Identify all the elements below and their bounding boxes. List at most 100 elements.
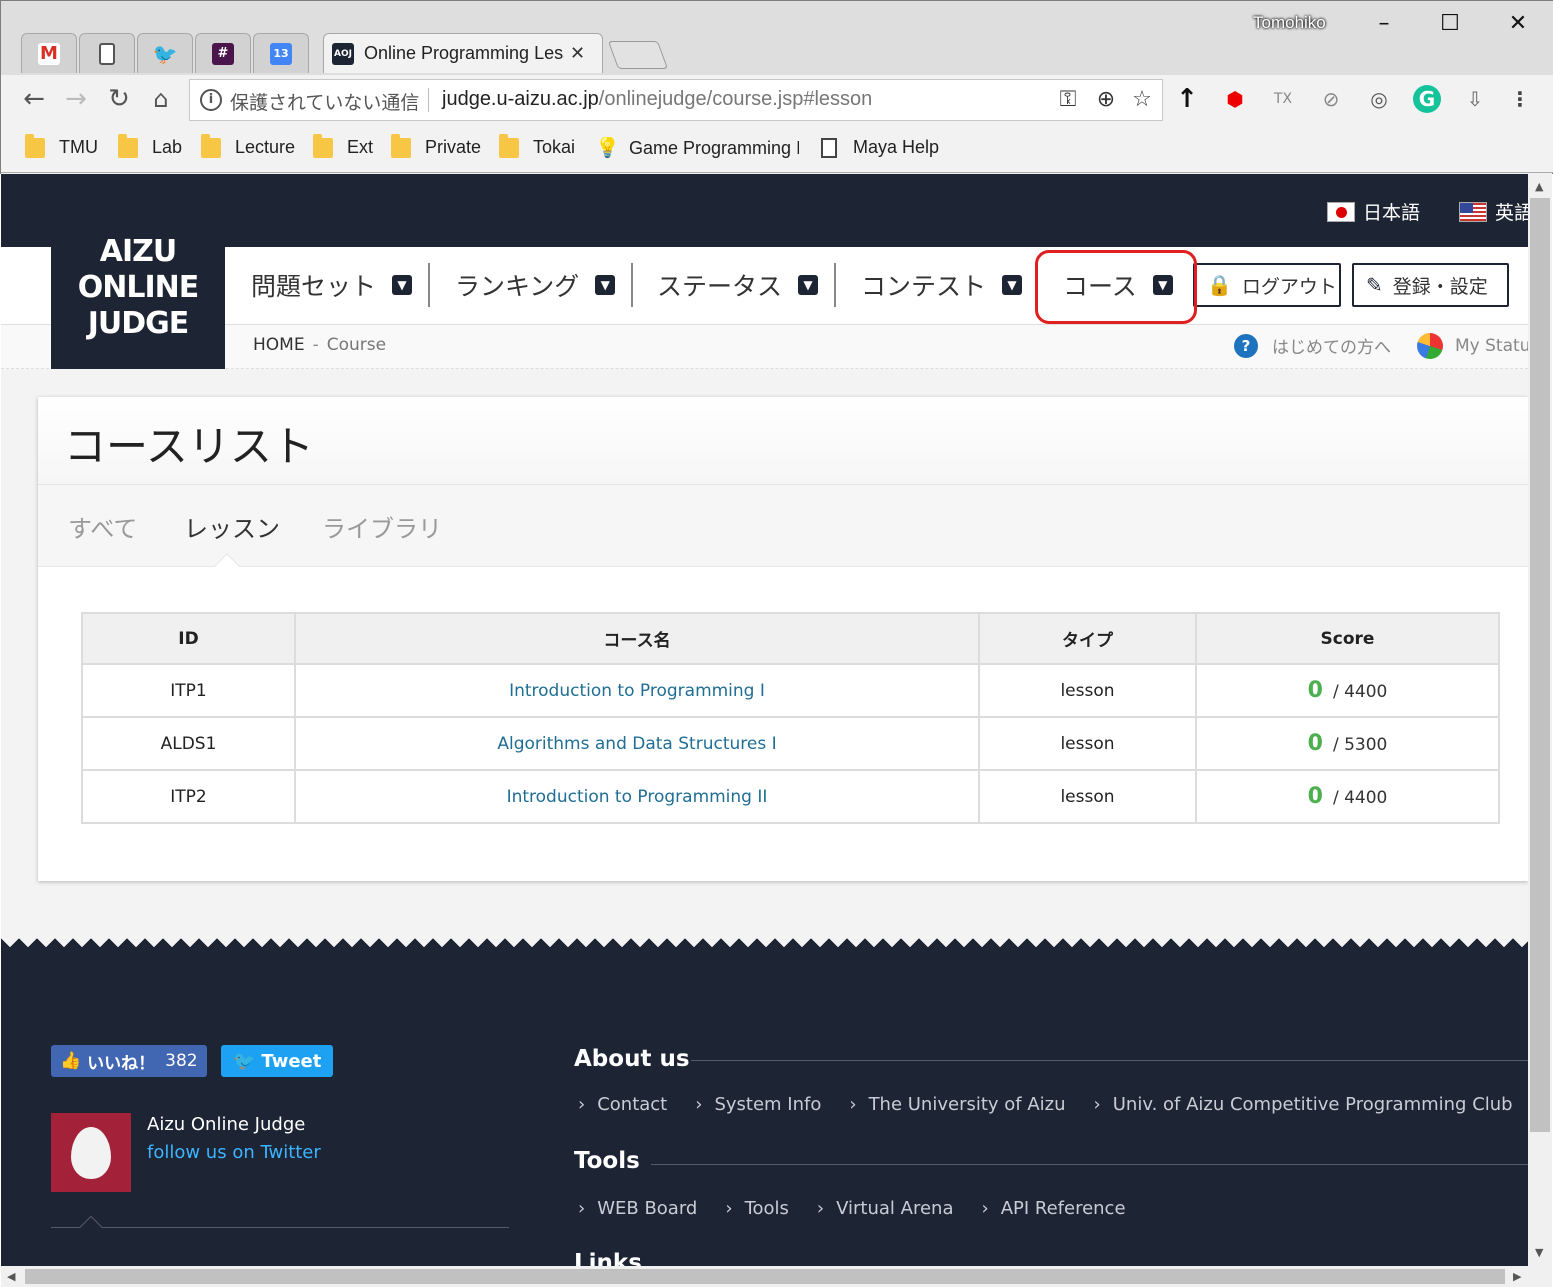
tab-lesson[interactable]: レッスン [184,509,280,544]
lang-en-link[interactable]: 英語 [1459,198,1528,225]
chevron-right-icon: › [849,1094,857,1115]
bookmark-folder-lab[interactable]: Lab [118,133,182,158]
grammarly-icon[interactable]: G [1413,85,1441,113]
site-logo[interactable]: AIZU ONLINE JUDGE [51,174,225,392]
footer-link-web-board[interactable]: › WEB Board [578,1198,697,1219]
horizontal-scroll-thumb[interactable] [25,1269,1505,1284]
footer-link-contact[interactable]: › Contact [578,1094,667,1115]
close-tab-icon[interactable]: ✕ [570,43,585,64]
footer-link-university[interactable]: › The University of Aizu [849,1094,1065,1115]
chevron-right-icon: › [981,1198,989,1219]
tab-slack[interactable]: # [195,33,251,73]
japan-flag-icon [1327,201,1355,222]
bookmark-maya-help[interactable]: Maya Help [821,137,939,158]
bookmark-star-icon[interactable]: ☆ [1128,86,1156,114]
url-text[interactable]: judge.u-aizu.ac.jp/onlinejudge/course.js… [442,88,872,111]
cursor-extension-icon[interactable]: ⊘ [1317,85,1345,113]
bookmark-folder-lecture[interactable]: Lecture [201,133,296,158]
tab-gmail[interactable]: M [21,33,77,73]
score-total: / 5300 [1332,735,1388,755]
tab-calendar[interactable]: 13 [253,33,309,73]
tab-active[interactable]: AOJ Online Programming Less ✕ [323,33,603,73]
new-tab-button[interactable] [607,41,669,69]
bookmark-folder-tmu[interactable]: TMU [25,133,98,158]
menu-kebab-icon[interactable]: ⋮ [1506,85,1534,113]
home-icon[interactable]: ⌂ [146,85,176,115]
footer-link-system-info[interactable]: › System Info [695,1094,821,1115]
download-extension-icon[interactable]: ⇩ [1461,85,1489,113]
zoom-icon[interactable]: ⊕ [1092,86,1120,114]
scroll-down-arrow-icon[interactable]: ▼ [1535,1246,1543,1259]
address-bar[interactable]: i 保護されていない通信 judge.u-aizu.ac.jp/onlineju… [189,79,1163,121]
minimize-icon[interactable]: – [1369,9,1399,39]
bookmark-label: Lecture [235,137,296,157]
settings-label: 登録・設定 [1392,275,1488,298]
profile-name[interactable]: Tomohiko [1253,13,1326,33]
course-link[interactable]: Introduction to Programming II [507,787,768,807]
tab-page[interactable] [79,33,135,73]
col-course-name: コース名 [294,612,980,665]
forward-icon[interactable]: → [61,85,91,115]
vertical-scrollbar[interactable]: ▲ ▼ [1528,174,1552,1266]
scroll-up-arrow-icon[interactable]: ▲ [1535,180,1543,193]
tx-extension-icon[interactable]: TX [1269,85,1297,113]
footer-link-virtual-arena[interactable]: › Virtual Arena [817,1198,954,1219]
course-table: ID コース名 タイプ Score ITP1 Introduction to P… [81,612,1500,824]
vertical-scroll-thumb[interactable] [1530,198,1550,1132]
lang-ja-link[interactable]: 日本語 [1327,198,1420,225]
breadcrumb-home[interactable]: HOME [253,335,305,355]
adblock-icon[interactable]: ⬢ [1221,85,1249,113]
table-row: ITP1 Introduction to Programming I lesso… [81,663,1500,718]
tab-twitter[interactable]: 🐦 [137,33,193,73]
twitter-avatar[interactable] [51,1113,131,1192]
scroll-right-arrow-icon[interactable]: ▶ [1513,1270,1521,1283]
course-tabs: すべて レッスン ライブラリ [38,485,1528,579]
calendar-icon: 13 [270,42,292,65]
tab-library[interactable]: ライブラリ [322,509,442,544]
back-icon[interactable]: ← [19,85,49,115]
menu-status[interactable]: ステータス ▼ [657,267,819,303]
twitter-follow-link[interactable]: follow us on Twitter [147,1142,321,1163]
logout-button[interactable]: 🔒 ログアウト [1193,263,1341,307]
twitter-icon: 🐦 [152,41,178,66]
score-total: / 4400 [1332,788,1388,808]
footer-link-club[interactable]: › Univ. of Aizu Competitive Programming C… [1094,1094,1513,1115]
film-extension-icon[interactable]: ◎ [1365,85,1393,113]
info-icon[interactable]: i [200,89,222,111]
my-status-link[interactable]: My Statu [1417,333,1528,359]
settings-button[interactable]: ✎ 登録・設定 [1352,263,1509,307]
maximize-icon[interactable]: ☐ [1435,9,1465,39]
annotation-highlight [1035,250,1197,324]
facebook-like-button[interactable]: 👍 いいね！ 382 [51,1045,207,1077]
footer-link-api-reference[interactable]: › API Reference [981,1198,1125,1219]
bookmark-folder-tokai[interactable]: Tokai [499,133,575,158]
tweet-button[interactable]: 🐦 Tweet [221,1045,334,1077]
tab-all[interactable]: すべて [68,509,137,544]
horizontal-scrollbar[interactable]: ◀ ▶ [1,1266,1552,1287]
course-link[interactable]: Algorithms and Data Structures I [497,734,776,754]
course-link[interactable]: Introduction to Programming I [509,681,765,701]
twitter-account-name: Aizu Online Judge [147,1114,306,1135]
bookmark-folder-ext[interactable]: Ext [313,133,373,158]
key-icon[interactable]: ⚿ [1054,86,1082,114]
links-title: Links [574,1250,642,1266]
menu-problem-sets[interactable]: 問題セット ▼ [251,267,413,303]
browser-window: M 🐦 # 13 AOJ Online Programming Less ✕ T… [0,0,1553,174]
menu-contest[interactable]: コンテスト ▼ [861,267,1023,303]
chevron-right-icon: › [695,1094,703,1115]
link-label: API Reference [1000,1198,1126,1219]
menu-label: 問題セット [251,272,377,301]
menu-ranking[interactable]: ランキング ▼ [455,267,616,303]
tweet-label: Tweet [261,1050,322,1072]
menu-separator [631,263,633,307]
bookmark-game-programming[interactable]: 💡 Game Programming I [595,137,799,159]
footer-link-tools[interactable]: › Tools [725,1198,789,1219]
upload-arrow-icon[interactable]: ↑ [1173,85,1201,113]
scroll-left-arrow-icon[interactable]: ◀ [7,1270,15,1283]
reload-icon[interactable]: ↻ [104,85,134,115]
breadcrumb-separator: - [312,335,319,355]
close-window-icon[interactable]: ✕ [1503,9,1533,39]
thumbs-up-icon: 👍 [60,1051,82,1071]
bookmark-folder-private[interactable]: Private [391,133,481,158]
beginners-link[interactable]: ? はじめての方へ [1234,333,1391,358]
